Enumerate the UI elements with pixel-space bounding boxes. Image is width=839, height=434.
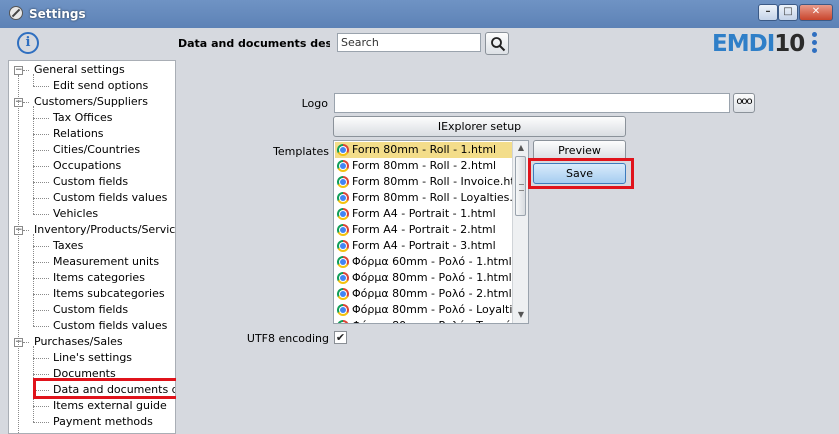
chrome-icon bbox=[337, 240, 349, 252]
search-button[interactable] bbox=[485, 32, 509, 55]
tree-group-label: Customers/Suppliers bbox=[34, 95, 148, 108]
chrome-icon bbox=[337, 192, 349, 204]
chrome-icon bbox=[337, 224, 349, 236]
settings-panel: Logo ooo IExplorer setup Templates Φόρμα… bbox=[176, 60, 831, 434]
templates-label: Templates bbox=[273, 145, 329, 158]
collapse-icon[interactable]: − bbox=[14, 66, 23, 75]
utf8-checkbox[interactable]: ✔ bbox=[334, 331, 347, 344]
tree-item-label: Payment methods bbox=[53, 415, 153, 428]
tree-group-label: General settings bbox=[34, 63, 125, 76]
tree-item-label: Measurement units bbox=[53, 255, 160, 268]
browse-logo-button[interactable]: ooo bbox=[733, 93, 755, 113]
tree-connector bbox=[33, 74, 34, 86]
template-item-label: Φόρμα 80mm - Ρολό - 1.html bbox=[352, 271, 512, 284]
utf8-label: UTF8 encoding bbox=[246, 332, 329, 345]
tree-root-connector bbox=[18, 75, 19, 433]
search-input[interactable] bbox=[337, 33, 481, 52]
chrome-icon bbox=[337, 144, 349, 156]
template-item-label: Form 80mm - Roll - Loyalties.html bbox=[352, 191, 512, 204]
template-item-label: Form A4 - Portrait - 1.html bbox=[352, 207, 496, 220]
template-item-label: Form 80mm - Roll - 1.html bbox=[352, 143, 497, 156]
tree-connector bbox=[33, 106, 34, 214]
template-item[interactable]: Φόρμα 80mm - Ρολό - 1.html bbox=[335, 270, 512, 286]
tree-item-label: Custom fields values bbox=[53, 191, 168, 204]
search-icon bbox=[491, 37, 506, 52]
tree-item-label: Edit send options bbox=[53, 79, 149, 92]
tree-group-label: Purchases/Sales bbox=[34, 335, 123, 348]
maximize-button[interactable]: □ bbox=[778, 4, 798, 21]
tree-connector bbox=[33, 234, 34, 326]
minimize-button[interactable]: – bbox=[758, 4, 778, 21]
iexplorer-setup-button[interactable]: IExplorer setup bbox=[333, 116, 626, 137]
info-icon[interactable]: i bbox=[17, 32, 39, 54]
tree-item-label: Custom fields bbox=[53, 303, 129, 316]
template-item-label: Φόρμα 60mm - Ρολό - 1.html bbox=[352, 255, 512, 268]
chrome-icon bbox=[337, 288, 349, 300]
tree-item-label: Line's settings bbox=[53, 351, 133, 364]
template-item[interactable]: Form A4 - Portrait - 3.html bbox=[335, 238, 512, 254]
title-bar: Settings – □ ✕ bbox=[0, 0, 839, 28]
tree-item-label: Cities/Countries bbox=[53, 143, 141, 156]
template-item[interactable]: Form 80mm - Roll - 2.html bbox=[335, 158, 512, 174]
template-item-label: Φόρμα 80mm - Ρολό - Taxικό bbox=[352, 318, 511, 323]
brand-logo-part1: EMDI bbox=[712, 31, 775, 57]
templates-scrollbar[interactable]: ▲ ▼ bbox=[512, 141, 528, 323]
tree-item-label: Custom fields values bbox=[53, 319, 168, 332]
template-item[interactable]: Form A4 - Portrait - 1.html bbox=[335, 206, 512, 222]
tree-item-label: Taxes bbox=[53, 239, 84, 252]
logo-path-field[interactable] bbox=[334, 93, 730, 113]
templates-list[interactable]: Φόρμα 80mm - Ρολό - Taxικό Φόρμα 80mm - Ρ… bbox=[333, 140, 529, 324]
tree-item-label: Custom fields bbox=[53, 175, 129, 188]
template-item-label: Form A4 - Portrait - 3.html bbox=[352, 239, 496, 252]
template-item-label: Φόρμα 80mm - Ρολό - 2.html bbox=[352, 287, 512, 300]
template-item[interactable]: Form 80mm - Roll - Invoice.html bbox=[335, 174, 512, 190]
template-item[interactable]: Φόρμα 80mm - Ρολό - Taxικό bbox=[335, 318, 512, 323]
save-highlight bbox=[528, 158, 634, 189]
brand-logo: EMDI10 bbox=[712, 31, 805, 57]
chrome-icon bbox=[337, 304, 349, 316]
brand-logo-part2: 10 bbox=[774, 31, 805, 57]
scroll-up-arrow[interactable]: ▲ bbox=[513, 141, 528, 155]
section-title: Data and documents desi... bbox=[178, 37, 330, 50]
chrome-icon bbox=[337, 160, 349, 172]
template-item[interactable]: Φόρμα 80mm - Ρολό - 2.html bbox=[335, 286, 512, 302]
tree-item-label: Occupations bbox=[53, 159, 122, 172]
scroll-down-arrow[interactable]: ▼ bbox=[513, 308, 528, 322]
chrome-icon bbox=[337, 272, 349, 284]
tree-item-label: Relations bbox=[53, 127, 104, 140]
chrome-icon bbox=[337, 256, 349, 268]
close-button[interactable]: ✕ bbox=[799, 4, 833, 21]
template-item-label: Form 80mm - Roll - Invoice.html bbox=[352, 175, 512, 188]
selected-item-highlight bbox=[33, 378, 188, 399]
chrome-icon bbox=[337, 320, 349, 323]
tree-item-label: Tax Offices bbox=[53, 111, 113, 124]
settings-window: Settings – □ ✕ i Data and documents desi… bbox=[0, 0, 839, 434]
settings-app-icon bbox=[9, 6, 23, 20]
template-item[interactable]: Form 80mm - Roll - Loyalties.html bbox=[335, 190, 512, 206]
logo-label: Logo bbox=[301, 97, 328, 110]
tree-item-label: Items external guide bbox=[53, 399, 167, 412]
tree-item-label: Items subcategories bbox=[53, 287, 165, 300]
template-item[interactable]: Φόρμα 60mm - Ρολό - 1.html bbox=[335, 254, 512, 270]
template-item[interactable]: Form 80mm - Roll - 1.html bbox=[335, 142, 512, 158]
tree-item-label: Vehicles bbox=[53, 207, 99, 220]
scroll-thumb[interactable] bbox=[515, 156, 526, 216]
window-title: Settings bbox=[29, 7, 86, 21]
template-item-label: Φόρμα 80mm - Ρολό - Loyalties.h bbox=[352, 303, 512, 316]
template-item-label: Form 80mm - Roll - 2.html bbox=[352, 159, 497, 172]
header-bar: i Data and documents desi... EMDI10 bbox=[8, 28, 831, 60]
more-menu-icon[interactable] bbox=[811, 32, 819, 56]
chrome-icon bbox=[337, 208, 349, 220]
template-item[interactable]: Φόρμα 80mm - Ρολό - Loyalties.h bbox=[335, 302, 512, 318]
chrome-icon bbox=[337, 176, 349, 188]
template-item-label: Form A4 - Portrait - 2.html bbox=[352, 223, 496, 236]
tree-item-label: Items categories bbox=[53, 271, 145, 284]
template-item[interactable]: Form A4 - Portrait - 2.html bbox=[335, 222, 512, 238]
tree-group-label: Inventory/Products/Services bbox=[34, 223, 176, 236]
